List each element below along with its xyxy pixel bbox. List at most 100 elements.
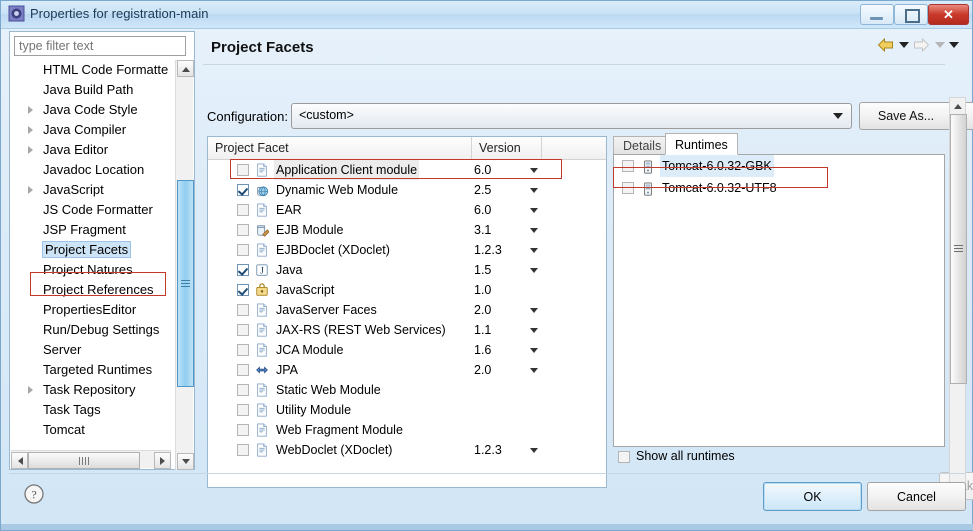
sidebar-item-project-references[interactable]: Project References	[11, 280, 171, 300]
sidebar-item-task-repository[interactable]: Task Repository	[11, 380, 171, 400]
sidebar-item-project-natures[interactable]: Project Natures	[11, 260, 171, 280]
tab-runtimes[interactable]: Runtimes	[665, 133, 738, 155]
tab-details[interactable]: Details	[613, 136, 671, 155]
facet-checkbox[interactable]	[237, 424, 249, 436]
forward-history-button[interactable]	[935, 38, 945, 52]
sidebar-vertical-scrollbar[interactable]	[175, 60, 193, 470]
table-row[interactable]: Utility Module	[208, 400, 606, 420]
version-dropdown-icon[interactable]	[530, 308, 538, 313]
sidebar-item-server[interactable]: Server	[11, 340, 171, 360]
facet-checkbox[interactable]	[237, 284, 249, 296]
back-button[interactable]	[877, 37, 894, 52]
facet-checkbox[interactable]	[237, 244, 249, 256]
facet-checkbox[interactable]	[237, 304, 249, 316]
sidebar-item-project-facets[interactable]: Project Facets	[11, 240, 171, 260]
facet-checkbox[interactable]	[237, 364, 249, 376]
sidebar-item-run-debug-settings[interactable]: Run/Debug Settings	[11, 320, 171, 340]
expand-arrow-icon[interactable]	[28, 106, 33, 114]
sidebar-item-javascript[interactable]: JavaScript	[11, 180, 171, 200]
version-dropdown-icon[interactable]	[530, 168, 538, 173]
scroll-up-button[interactable]	[950, 98, 965, 113]
sidebar-item-html-code-formatte[interactable]: HTML Code Formatte	[11, 60, 171, 80]
runtimes-list[interactable]: Tomcat-6.0.32-GBKTomcat-6.0.32-UTF8	[613, 154, 945, 447]
version-dropdown-icon[interactable]	[530, 348, 538, 353]
table-row[interactable]: EJB Module3.1	[208, 220, 606, 240]
settings-tree[interactable]: HTML Code FormatteJava Build PathJava Co…	[11, 60, 171, 443]
table-row[interactable]: JPA2.0	[208, 360, 606, 380]
list-item[interactable]: Tomcat-6.0.32-GBK	[614, 155, 944, 177]
facet-checkbox[interactable]	[237, 224, 249, 236]
cancel-button[interactable]: Cancel	[867, 482, 966, 511]
expand-arrow-icon[interactable]	[28, 386, 33, 394]
sidebar-item-js-code-formatter[interactable]: JS Code Formatter	[11, 200, 171, 220]
sidebar-item-propertieseditor[interactable]: PropertiesEditor	[11, 300, 171, 320]
expand-arrow-icon[interactable]	[28, 186, 33, 194]
search-input[interactable]	[14, 36, 186, 56]
table-row[interactable]: Dynamic Web Module2.5	[208, 180, 606, 200]
scrollbar-thumb[interactable]	[950, 114, 967, 384]
list-item[interactable]: Tomcat-6.0.32-UTF8	[614, 177, 944, 199]
table-row[interactable]: WebDoclet (XDoclet)1.2.3	[208, 440, 606, 460]
table-row[interactable]: Application Client module6.0	[208, 160, 606, 180]
version-dropdown-icon[interactable]	[530, 328, 538, 333]
table-row[interactable]: JJava1.5	[208, 260, 606, 280]
facet-checkbox[interactable]	[237, 264, 249, 276]
close-button[interactable]: ✕	[928, 4, 969, 25]
table-row[interactable]: Static Web Module	[208, 380, 606, 400]
sidebar-item-task-tags[interactable]: Task Tags	[11, 400, 171, 420]
expand-arrow-icon[interactable]	[28, 146, 33, 154]
sidebar-item-java-build-path[interactable]: Java Build Path	[11, 80, 171, 100]
column-header-version[interactable]: Version	[472, 137, 542, 159]
scroll-down-button[interactable]	[177, 453, 194, 470]
facet-checkbox[interactable]	[237, 344, 249, 356]
version-dropdown-icon[interactable]	[530, 228, 538, 233]
sidebar-item-tomcat[interactable]: Tomcat	[11, 420, 171, 440]
table-row[interactable]: JavaServer Faces2.0	[208, 300, 606, 320]
sidebar-item-targeted-runtimes[interactable]: Targeted Runtimes	[11, 360, 171, 380]
sidebar-item-java-code-style[interactable]: Java Code Style	[11, 100, 171, 120]
version-dropdown-icon[interactable]	[530, 188, 538, 193]
table-row[interactable]: JCA Module1.6	[208, 340, 606, 360]
version-dropdown-icon[interactable]	[530, 368, 538, 373]
facet-checkbox[interactable]	[237, 404, 249, 416]
facet-checkbox[interactable]	[237, 384, 249, 396]
facet-checkbox[interactable]	[237, 204, 249, 216]
minimize-button[interactable]	[860, 4, 894, 25]
facet-checkbox[interactable]	[237, 164, 249, 176]
facet-checkbox[interactable]	[237, 184, 249, 196]
scroll-left-button[interactable]	[11, 452, 28, 469]
show-all-runtimes-checkbox[interactable]	[618, 451, 630, 463]
table-row[interactable]: JavaScript1.0	[208, 280, 606, 300]
page-vertical-scrollbar[interactable]	[949, 97, 966, 494]
save-as-button[interactable]: Save As...	[859, 102, 953, 130]
sidebar-item-java-compiler[interactable]: Java Compiler	[11, 120, 171, 140]
scroll-right-button[interactable]	[154, 452, 171, 469]
table-row[interactable]: EJBDoclet (XDoclet)1.2.3	[208, 240, 606, 260]
version-dropdown-icon[interactable]	[530, 448, 538, 453]
table-row[interactable]: Web Fragment Module	[208, 420, 606, 440]
maximize-button[interactable]	[894, 4, 928, 25]
ok-button[interactable]: OK	[763, 482, 862, 511]
facet-checkbox[interactable]	[237, 444, 249, 456]
view-menu-button[interactable]	[949, 38, 959, 52]
sidebar-item-java-editor[interactable]: Java Editor	[11, 140, 171, 160]
sidebar-item-javadoc-location[interactable]: Javadoc Location	[11, 160, 171, 180]
scrollbar-thumb[interactable]	[177, 180, 194, 387]
facet-checkbox[interactable]	[237, 324, 249, 336]
column-header-facet[interactable]: Project Facet	[208, 137, 472, 159]
sidebar-horizontal-scrollbar[interactable]	[11, 450, 171, 468]
sidebar-item-jsp-fragment[interactable]: JSP Fragment	[11, 220, 171, 240]
scroll-up-button[interactable]	[177, 60, 194, 77]
table-row[interactable]: JAX-RS (REST Web Services)1.1	[208, 320, 606, 340]
version-dropdown-icon[interactable]	[530, 268, 538, 273]
forward-button[interactable]	[913, 37, 930, 52]
version-dropdown-icon[interactable]	[530, 248, 538, 253]
runtime-checkbox[interactable]	[622, 160, 634, 172]
back-history-button[interactable]	[899, 38, 909, 52]
configuration-select[interactable]: <custom>	[291, 103, 852, 129]
runtime-checkbox[interactable]	[622, 182, 634, 194]
expand-arrow-icon[interactable]	[28, 126, 33, 134]
version-dropdown-icon[interactable]	[530, 208, 538, 213]
scrollbar-thumb-horizontal[interactable]	[28, 452, 140, 469]
table-row[interactable]: EAR6.0	[208, 200, 606, 220]
